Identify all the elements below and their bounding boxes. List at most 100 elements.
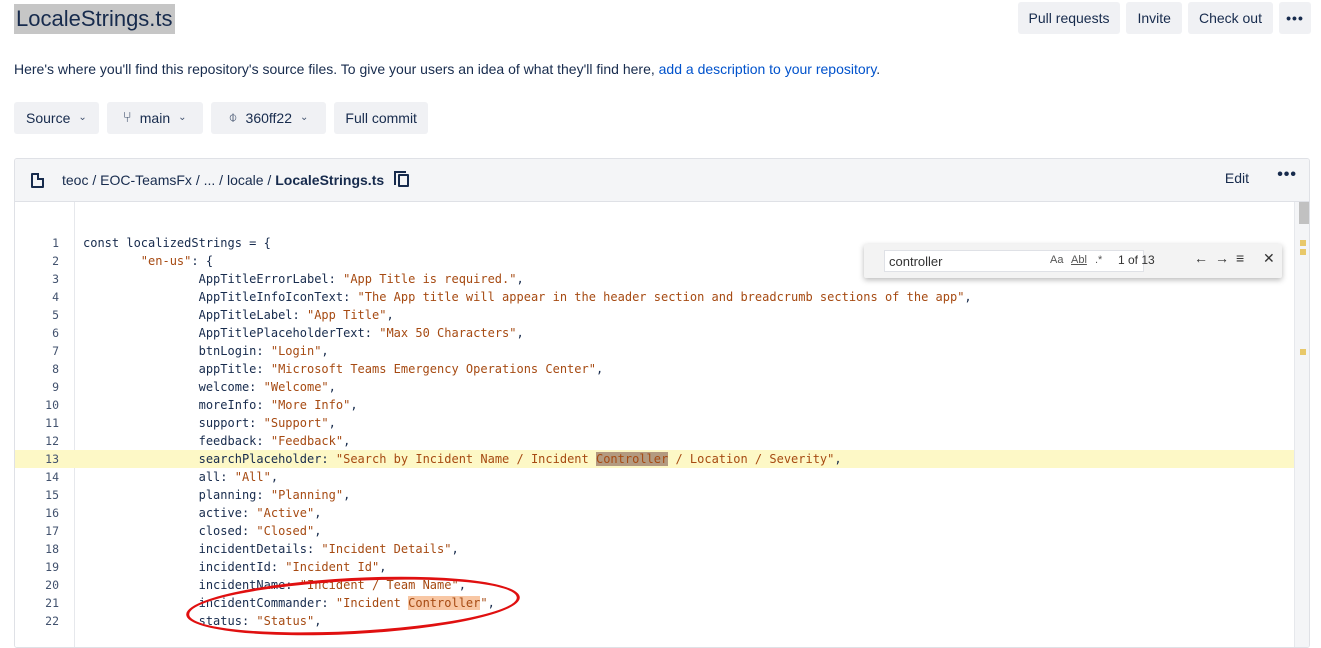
line-source: searchPlaceholder: "Search by Incident N…	[83, 450, 842, 468]
code-text: closed:	[83, 524, 257, 538]
line-number: 13	[45, 452, 59, 466]
line-number: 5	[52, 308, 59, 322]
string-literal: "Closed"	[256, 524, 315, 538]
file-more-button[interactable]: •••	[1277, 166, 1297, 184]
breadcrumb: teoc / EOC-TeamsFx / ... / locale / Loca…	[62, 172, 384, 188]
breadcrumb-separator: /	[88, 172, 101, 188]
code-text: ,	[343, 434, 351, 448]
breadcrumb-eoc-teamsfx[interactable]: EOC-TeamsFx	[100, 172, 192, 188]
line-number: 9	[52, 380, 59, 394]
string-literal: "	[480, 596, 488, 610]
code-text: ,	[321, 344, 329, 358]
string-literal: "The App title will appear in the header…	[357, 290, 965, 304]
scroll-match-marker	[1300, 249, 1306, 255]
line-source: incidentName: "Incident / Team Name",	[83, 576, 466, 594]
match-case-toggle[interactable]: Aa	[1050, 254, 1063, 266]
code-text: ,	[343, 488, 351, 502]
code-text: planning:	[83, 488, 271, 502]
scroll-match-marker	[1300, 349, 1306, 355]
code-text: ,	[595, 362, 604, 376]
code-text: ,	[314, 614, 322, 628]
code-text: ,	[328, 380, 336, 394]
code-text: ,	[314, 506, 322, 520]
code-line: 22 status: "Status",	[15, 612, 1295, 630]
line-source: appTitle: "Microsoft Teams Emergency Ope…	[83, 360, 604, 378]
line-source: btnLogin: "Login",	[83, 342, 329, 360]
code-text: ,	[516, 272, 524, 286]
breadcrumb-current-file: LocaleStrings.ts	[275, 172, 385, 188]
code-line: 21 incidentCommander: "Incident Controll…	[15, 594, 1295, 612]
line-source: "en-us": {	[83, 252, 213, 270]
code-line: 7 btnLogin: "Login",	[15, 342, 1295, 360]
match-word-toggle[interactable]: Abl	[1071, 254, 1087, 266]
scroll-thumb[interactable]	[1299, 202, 1309, 224]
copy-icon[interactable]	[394, 170, 410, 187]
commit-label: 360ff22	[245, 110, 292, 126]
source-dropdown[interactable]: Source ⌄	[14, 102, 99, 134]
next-match-icon[interactable]: →	[1215, 250, 1229, 266]
code-text: ,	[458, 578, 466, 592]
line-number: 11	[45, 416, 59, 430]
line-number: 22	[45, 614, 59, 628]
line-source: planning: "Planning",	[83, 486, 351, 504]
search-match: Controller	[595, 452, 669, 466]
find-input[interactable]	[884, 250, 1144, 272]
line-source: closed: "Closed",	[83, 522, 322, 540]
code-text: ,	[270, 470, 279, 484]
breadcrumb-ellipsis[interactable]: ...	[204, 172, 216, 188]
code-text: AppTitleErrorLabel:	[83, 272, 344, 286]
pull-requests-button[interactable]: Pull requests	[1017, 2, 1121, 34]
code-text: active:	[83, 506, 257, 520]
string-literal: "Feedback"	[270, 434, 344, 448]
branch-label: main	[139, 110, 171, 126]
scroll-match-marker	[1300, 240, 1306, 246]
code-editor[interactable]: 1 const localizedStrings = {2 "en-us": {3…	[15, 202, 1309, 647]
code-line: 6 AppTitlePlaceholderText: "Max 50 Chara…	[15, 324, 1295, 342]
code-text: ,	[379, 560, 387, 574]
commit-dropdown[interactable]: ⌽ 360ff22 ⌄	[210, 102, 327, 134]
breadcrumb-teoc[interactable]: teoc	[62, 172, 88, 188]
code-text: incidentName:	[83, 578, 300, 592]
regex-toggle[interactable]: .*	[1095, 254, 1102, 266]
code-text: ,	[964, 290, 972, 304]
find-in-selection-icon[interactable]: ≡	[1236, 250, 1244, 266]
code-text: ,	[487, 596, 495, 610]
string-literal: "Active"	[256, 506, 315, 520]
line-source: incidentId: "Incident Id",	[83, 558, 387, 576]
code-text: ,	[386, 308, 394, 322]
full-commit-button[interactable]: Full commit	[334, 102, 428, 134]
more-actions-button[interactable]: •••	[1279, 2, 1311, 34]
previous-match-icon[interactable]: ←	[1194, 250, 1208, 266]
string-literal: "Welcome"	[263, 380, 329, 394]
line-number: 3	[52, 272, 59, 286]
code-text: btnLogin:	[83, 344, 271, 358]
code-text: welcome:	[83, 380, 264, 394]
close-icon[interactable]: ✕	[1263, 250, 1275, 267]
edit-button[interactable]: Edit	[1225, 170, 1249, 186]
line-source: AppTitlePlaceholderText: "Max 50 Charact…	[83, 324, 524, 342]
line-source: incidentDetails: "Incident Details",	[83, 540, 459, 558]
breadcrumb-locale[interactable]: locale	[227, 172, 264, 188]
line-number: 1	[52, 236, 59, 250]
code-text: ,	[516, 326, 524, 340]
code-text: moreInfo:	[83, 398, 271, 412]
code-line: 19 incidentId: "Incident Id",	[15, 558, 1295, 576]
line-number: 20	[45, 578, 59, 592]
line-number: 4	[52, 290, 59, 304]
branch-dropdown[interactable]: ⑂ main ⌄	[106, 102, 203, 134]
string-literal: "Incident Details"	[321, 542, 452, 556]
invite-button[interactable]: Invite	[1126, 2, 1182, 34]
line-number: 10	[45, 398, 59, 412]
header-actions: Pull requests Invite Check out •••	[1017, 2, 1311, 34]
add-description-link[interactable]: add a description to your repository	[659, 61, 877, 77]
line-source: status: "Status",	[83, 612, 322, 630]
code-text: appTitle:	[83, 362, 271, 376]
check-out-button[interactable]: Check out	[1187, 2, 1273, 34]
branch-icon: ⑂	[122, 109, 132, 126]
vertical-scrollbar[interactable]	[1294, 202, 1309, 647]
line-number: 8	[52, 362, 59, 376]
line-source: support: "Support",	[83, 414, 336, 432]
code-text: searchPlaceholder:	[83, 452, 336, 466]
line-number: 21	[45, 596, 59, 610]
